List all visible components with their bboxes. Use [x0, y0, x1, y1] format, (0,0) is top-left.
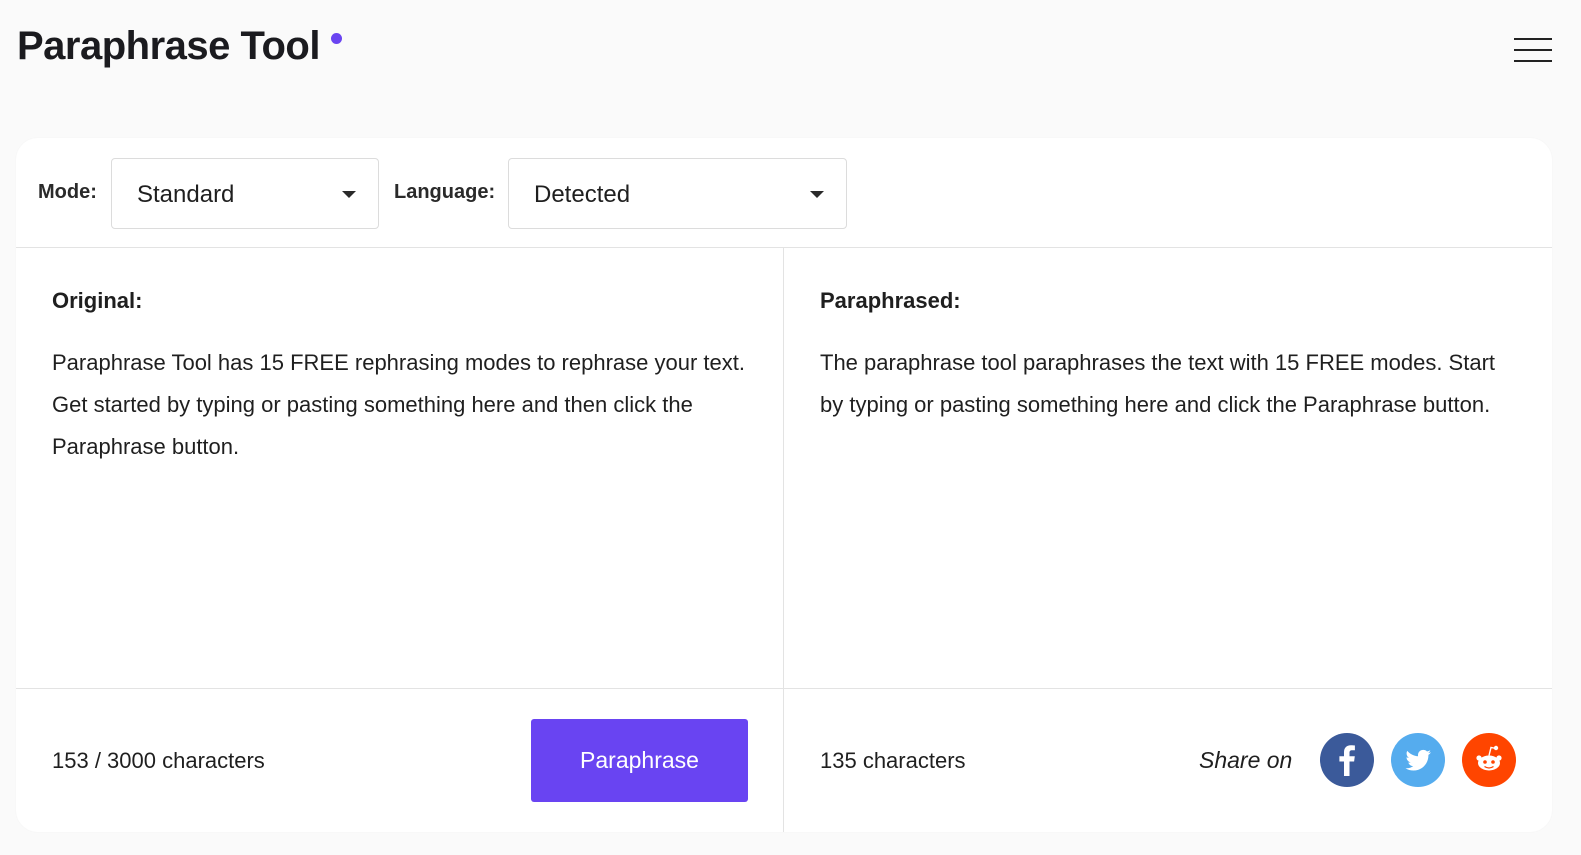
paraphrased-pane: Paraphrased: The paraphrase tool paraphr… — [784, 248, 1552, 689]
toolbar: Mode: Standard Language: Detected — [16, 138, 1552, 248]
language-select-value: Detected — [534, 181, 631, 208]
paraphrased-footer: 135 characters Share on — [784, 688, 1552, 832]
header: Paraphrase Tool — [0, 0, 1581, 110]
site-title[interactable]: Paraphrase Tool — [17, 24, 320, 69]
chevron-down-icon — [810, 191, 824, 198]
reddit-icon[interactable] — [1462, 733, 1516, 787]
language-label: Language: — [394, 181, 496, 203]
original-title: Original: — [52, 288, 143, 313]
mode-select-value: Standard — [137, 181, 235, 208]
hamburger-menu-icon[interactable] — [1514, 36, 1552, 64]
menu-line — [1514, 49, 1552, 51]
share-label: Share on — [1199, 747, 1293, 773]
chevron-down-icon — [342, 191, 356, 198]
facebook-icon[interactable] — [1320, 733, 1374, 787]
original-footer: 153 / 3000 characters Paraphrase — [16, 688, 784, 832]
paraphrase-card: Mode: Standard Language: Detected Origin… — [16, 138, 1552, 832]
original-textarea[interactable]: Paraphrase Tool has 15 FREE rephrasing m… — [52, 342, 752, 468]
menu-line — [1514, 60, 1552, 62]
original-pane: Original: Paraphrase Tool has 15 FREE re… — [16, 248, 784, 689]
mode-select[interactable]: Standard — [111, 158, 379, 229]
paraphrase-button[interactable]: Paraphrase — [531, 719, 748, 802]
mode-label: Mode: — [38, 181, 97, 203]
menu-line — [1514, 38, 1552, 40]
paraphrased-char-count: 135 characters — [820, 748, 966, 773]
paraphrased-title: Paraphrased: — [820, 288, 961, 313]
twitter-icon[interactable] — [1391, 733, 1445, 787]
language-select[interactable]: Detected — [508, 158, 847, 229]
logo-dot — [331, 33, 342, 44]
paraphrased-output[interactable]: The paraphrase tool paraphrases the text… — [820, 342, 1500, 426]
original-char-count: 153 / 3000 characters — [52, 748, 265, 773]
